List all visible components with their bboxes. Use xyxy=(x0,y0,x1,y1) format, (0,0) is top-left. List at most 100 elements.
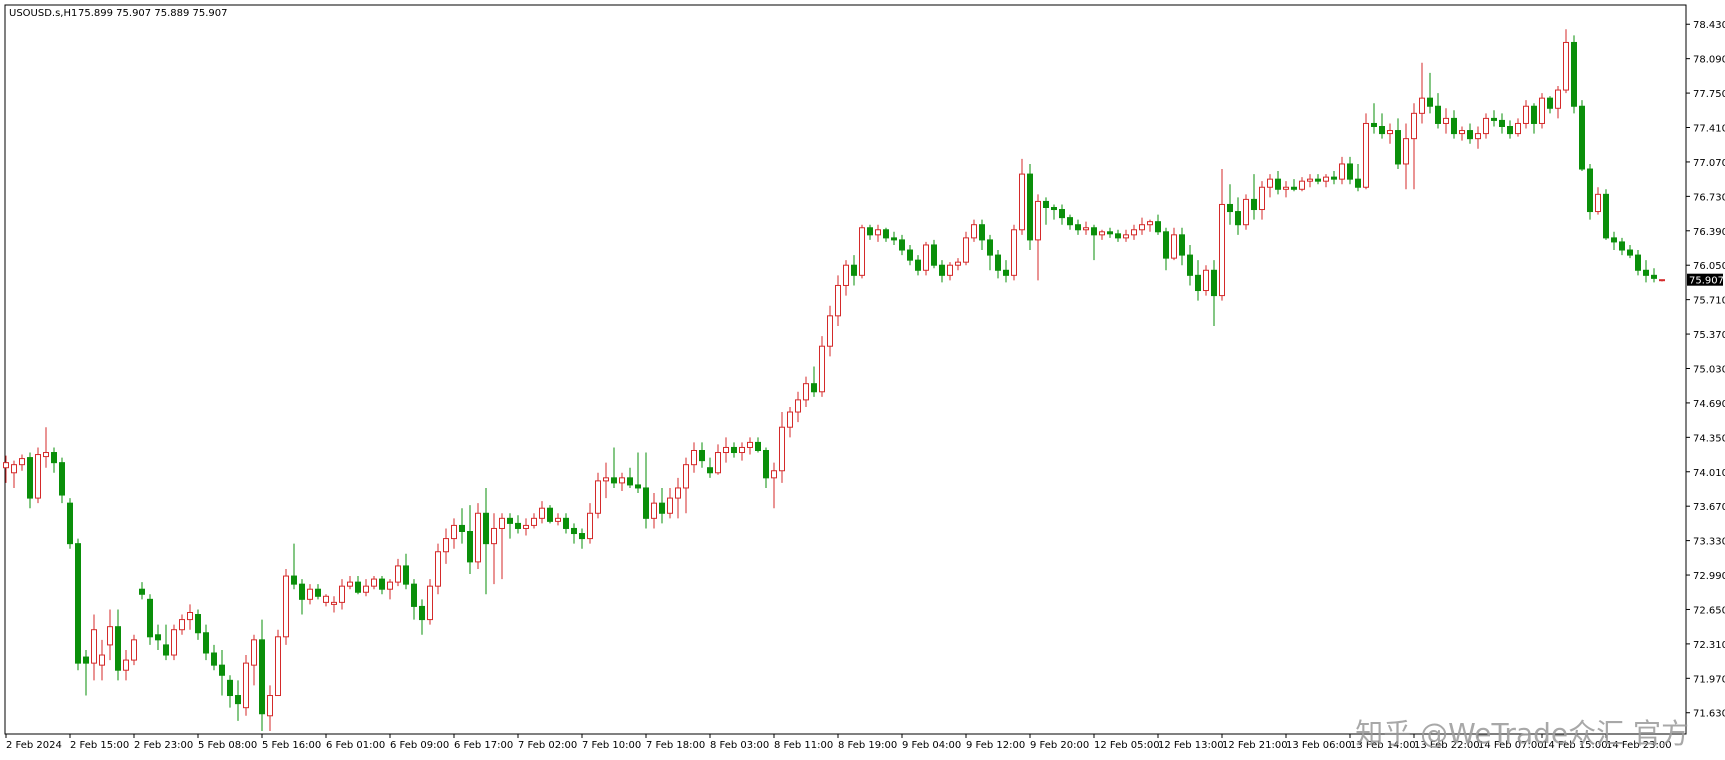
candle-body xyxy=(1187,254,1193,276)
candle-body xyxy=(179,619,185,631)
candle-body xyxy=(1627,249,1633,256)
candle-body xyxy=(955,261,961,266)
candlestick-chart[interactable]: USOUSD.s,H1 75.899 75.907 75.889 75.907 … xyxy=(0,0,1725,756)
candle xyxy=(1027,163,1033,251)
candle-body xyxy=(859,227,865,276)
x-tick-label: 6 Feb 01:00 xyxy=(326,740,385,751)
candle-body xyxy=(1523,105,1529,124)
candle-body xyxy=(1211,269,1217,297)
candle-body xyxy=(107,626,113,646)
candle-body xyxy=(1643,269,1649,276)
candle-body xyxy=(1659,279,1665,282)
candle-body xyxy=(723,446,729,454)
candle-body xyxy=(579,533,585,540)
candle-body xyxy=(1427,97,1433,107)
candle-body xyxy=(1547,97,1553,109)
candle-body xyxy=(707,467,713,474)
candle-body xyxy=(427,585,433,621)
price-tag-label: 75.907 xyxy=(1689,276,1724,287)
candle-body xyxy=(1579,105,1585,170)
candle xyxy=(1579,100,1585,172)
candle-body xyxy=(363,585,369,593)
candle-body xyxy=(811,383,817,393)
candle-body xyxy=(147,598,153,638)
candle-body xyxy=(1011,229,1017,276)
candle-body xyxy=(435,551,441,587)
x-tick-label: 7 Feb 10:00 xyxy=(582,740,641,751)
candle-body xyxy=(971,224,977,239)
candle-body xyxy=(259,639,265,715)
candle-body xyxy=(1363,122,1369,188)
candle-body xyxy=(155,634,161,641)
candle-body xyxy=(1371,122,1377,128)
candle xyxy=(1011,224,1017,281)
candle-body xyxy=(443,538,449,553)
candle xyxy=(547,505,553,524)
candle-body xyxy=(1259,186,1265,211)
candle-body xyxy=(251,639,257,666)
candle-body xyxy=(1595,193,1601,213)
candle-body xyxy=(1235,211,1241,226)
candle-body xyxy=(1251,198,1257,211)
candle-body xyxy=(1043,200,1049,209)
y-tick-label: 76.390 xyxy=(1693,227,1725,238)
y-tick-label: 77.410 xyxy=(1693,124,1725,135)
price-axis[interactable]: 78.430 78.090 77.750 77.410 77.070 76.730 76.3… xyxy=(1686,20,1725,720)
candle-body xyxy=(475,512,481,563)
candle-body xyxy=(1179,234,1185,256)
y-tick-label: 75.370 xyxy=(1693,330,1725,341)
candle xyxy=(859,224,865,279)
candle-body xyxy=(1003,269,1009,276)
y-tick-label: 77.750 xyxy=(1693,89,1725,100)
y-tick-label: 72.310 xyxy=(1693,640,1725,651)
candle-body xyxy=(1483,117,1489,135)
candle-body xyxy=(331,601,337,605)
candle-body xyxy=(83,656,89,664)
candle-body xyxy=(419,605,425,621)
candle-body xyxy=(283,575,289,638)
candle-body xyxy=(995,254,1001,271)
candle-body xyxy=(1379,126,1385,135)
candle-body xyxy=(1571,41,1577,107)
candle-body xyxy=(1531,105,1537,124)
candle-body xyxy=(731,446,737,454)
candle-body xyxy=(531,517,537,526)
candle xyxy=(1587,163,1593,220)
x-tick-label: 2 Feb 2024 xyxy=(6,740,62,751)
candle-body xyxy=(675,487,681,499)
candle-body xyxy=(763,450,769,479)
candle-body xyxy=(1419,97,1425,114)
candle-body xyxy=(1539,97,1545,124)
candle-body xyxy=(1563,41,1569,91)
candle-body xyxy=(1651,274,1657,279)
candle-body xyxy=(1139,224,1145,231)
candle-body xyxy=(1323,176,1329,182)
candle-body xyxy=(851,264,857,276)
x-tick-label: 7 Feb 18:00 xyxy=(646,740,705,751)
candle xyxy=(923,241,929,276)
candle-body xyxy=(699,450,705,462)
candle-body xyxy=(1051,207,1057,211)
y-tick-label: 73.330 xyxy=(1693,537,1725,548)
candle-body xyxy=(739,446,745,454)
candle-body xyxy=(91,629,97,664)
candle-body xyxy=(379,578,385,590)
candle xyxy=(1243,194,1249,230)
candle-body xyxy=(3,462,9,469)
candle-body xyxy=(51,452,57,464)
y-tick-label: 77.070 xyxy=(1693,158,1725,169)
candle-body xyxy=(403,565,409,585)
x-tick-label: 12 Feb 21:00 xyxy=(1222,740,1288,751)
y-tick-label: 73.670 xyxy=(1693,502,1725,513)
candle-body xyxy=(987,239,993,256)
candle-body xyxy=(1059,209,1065,219)
candle xyxy=(475,503,481,569)
candle-body xyxy=(1083,227,1089,231)
candle-body xyxy=(843,264,849,286)
candle-body xyxy=(59,462,65,496)
candle-body xyxy=(603,477,609,482)
candle-body xyxy=(571,527,577,535)
chart-area[interactable]: USOUSD.s,H1 75.899 75.907 75.889 75.907 … xyxy=(0,0,1725,756)
candle-body xyxy=(131,639,137,661)
candle-body xyxy=(1035,200,1041,241)
